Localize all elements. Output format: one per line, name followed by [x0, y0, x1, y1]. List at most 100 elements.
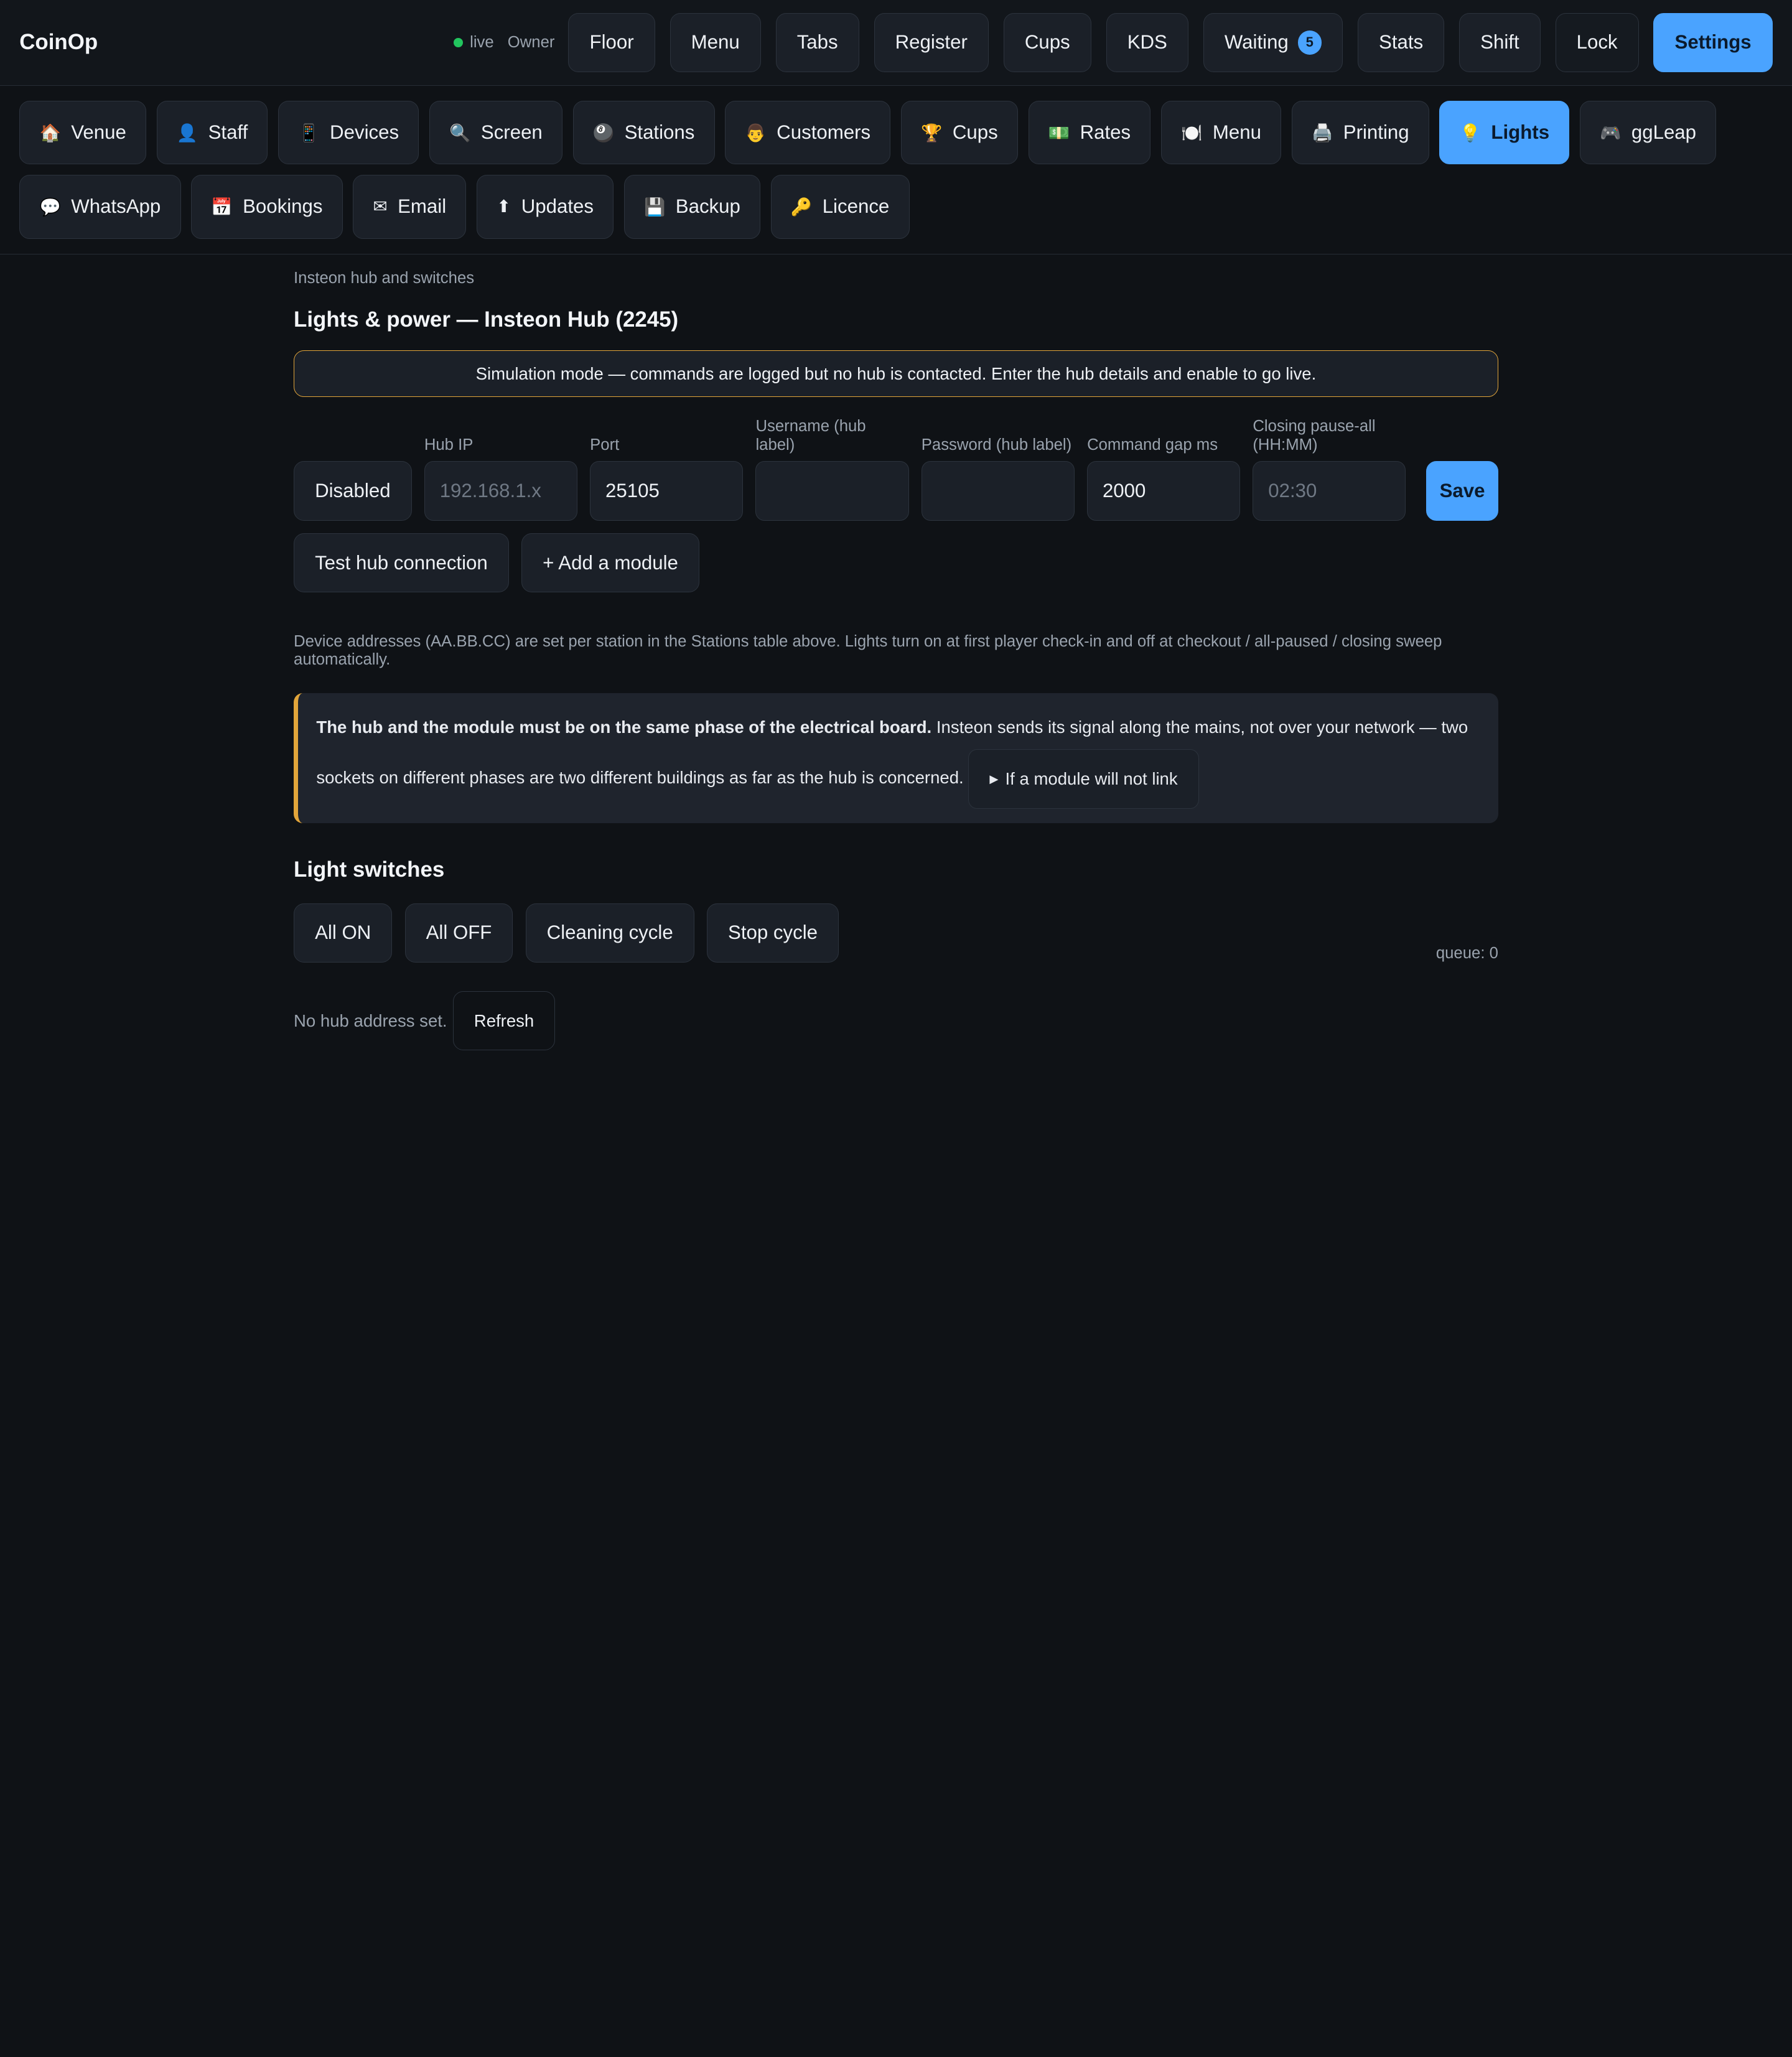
- cleaning-cycle-button[interactable]: Cleaning cycle: [525, 903, 694, 963]
- envelope-icon: ✉: [373, 197, 388, 217]
- caret-right-icon: ▶: [989, 772, 999, 786]
- hub-status-row: No hub address set. Refresh: [294, 991, 1498, 1051]
- user-role: Owner: [507, 33, 555, 51]
- settings-tab-updates[interactable]: ⬆ Updates: [476, 174, 614, 239]
- settings-tab-rates[interactable]: 💵 Rates: [1028, 100, 1151, 165]
- stop-cycle-button[interactable]: Stop cycle: [706, 903, 839, 963]
- port-input[interactable]: [590, 461, 744, 521]
- live-dot-icon: [454, 38, 464, 47]
- settings-tabs: 🏠 Venue 👤 Staff 📱 Devices 🔍 Screen 🎱 Stations 👨 Cus…: [0, 86, 1792, 254]
- nav-stats[interactable]: Stats: [1357, 12, 1445, 73]
- settings-tab-staff[interactable]: 👤 Staff: [156, 100, 268, 165]
- light-switches-row: All ON All OFF Cleaning cycle Stop cycle…: [294, 903, 1498, 963]
- person-icon: 👤: [176, 123, 198, 142]
- username-input[interactable]: [755, 461, 909, 521]
- plate-icon: 🍽️: [1181, 123, 1203, 142]
- settings-tab-label: ggLeap: [1631, 121, 1697, 144]
- settings-tab-stations[interactable]: 🎱 Stations: [572, 100, 715, 165]
- module-link-details-toggle[interactable]: ▶ If a module will not link: [968, 749, 1199, 809]
- waiting-count-badge: 5: [1297, 30, 1322, 55]
- top-bar: CoinOp live Owner Floor Menu Tabs Regist…: [0, 0, 1792, 86]
- magnifier-icon: 🔍: [449, 123, 471, 142]
- settings-tab-label: Licence: [822, 195, 890, 218]
- settings-tab-label: Backup: [675, 195, 740, 218]
- hub-status-text: No hub address set.: [294, 1010, 447, 1030]
- settings-tab-label: Rates: [1080, 121, 1131, 144]
- top-nav: Floor Menu Tabs Register Cups KDS Waitin…: [568, 12, 1773, 73]
- nav-waiting-label: Waiting: [1224, 31, 1289, 54]
- app-title: CoinOp: [19, 30, 98, 55]
- enable-toggle-button[interactable]: Disabled: [294, 461, 412, 521]
- nav-waiting[interactable]: Waiting 5: [1203, 12, 1343, 73]
- settings-tab-label: Lights: [1491, 121, 1550, 144]
- closing-pause-label: Closing pause-all (HH:MM): [1253, 417, 1376, 454]
- house-icon: 🏠: [39, 123, 61, 142]
- nav-register[interactable]: Register: [874, 12, 989, 73]
- module-link-details-label: If a module will not link: [1005, 769, 1178, 789]
- light-switches-title: Light switches: [294, 857, 445, 882]
- settings-tab-label: Printing: [1343, 121, 1409, 144]
- all-on-button[interactable]: All ON: [294, 903, 393, 963]
- settings-tab-label: Email: [398, 195, 447, 218]
- bulb-icon: 💡: [1459, 123, 1481, 142]
- settings-tab-label: Screen: [480, 121, 543, 144]
- nav-cups[interactable]: Cups: [1003, 12, 1091, 73]
- save-button[interactable]: Save: [1426, 461, 1498, 521]
- nav-kds[interactable]: KDS: [1106, 12, 1188, 73]
- lights-settings-panel: Insteon hub and switches Lights & power …: [294, 254, 1498, 1051]
- settings-tab-licence[interactable]: 🔑 Licence: [770, 174, 910, 239]
- arrow-up-icon: ⬆: [497, 197, 511, 217]
- username-label: Username (hub label): [755, 417, 866, 454]
- settings-tab-email[interactable]: ✉ Email: [353, 174, 467, 239]
- calendar-icon: 📅: [211, 197, 233, 217]
- settings-tab-ggleap[interactable]: 🎮 ggLeap: [1579, 100, 1717, 165]
- phone-icon: 📱: [298, 123, 320, 142]
- closing-pause-input[interactable]: [1253, 461, 1406, 521]
- device-address-help: Device addresses (AA.BB.CC) are set per …: [294, 632, 1442, 669]
- hub-ip-label: Hub IP: [424, 436, 474, 454]
- command-gap-input[interactable]: [1087, 461, 1241, 521]
- hub-ip-field: Hub IP: [424, 436, 577, 521]
- settings-tab-screen[interactable]: 🔍 Screen: [429, 100, 563, 165]
- settings-tab-label: Customers: [777, 121, 871, 144]
- printer-icon: 🖨️: [1311, 123, 1333, 142]
- settings-tab-printing[interactable]: 🖨️ Printing: [1291, 100, 1429, 165]
- breadcrumb: Insteon hub and switches: [294, 269, 475, 287]
- command-gap-label: Command gap ms: [1087, 436, 1218, 454]
- hub-ip-input[interactable]: [424, 461, 577, 521]
- port-label: Port: [590, 436, 620, 454]
- nav-shift[interactable]: Shift: [1459, 12, 1541, 73]
- settings-tab-venue[interactable]: 🏠 Venue: [19, 100, 147, 165]
- nav-menu[interactable]: Menu: [670, 12, 761, 73]
- nav-lock[interactable]: Lock: [1555, 12, 1639, 73]
- port-field: Port: [590, 436, 744, 521]
- settings-tab-label: Stations: [624, 121, 695, 144]
- simulation-notice: Simulation mode — commands are logged bu…: [294, 350, 1498, 398]
- settings-tab-label: Devices: [330, 121, 399, 144]
- settings-tab-label: Staff: [208, 121, 248, 144]
- key-icon: 🔑: [790, 197, 813, 217]
- face-icon: 👨: [745, 123, 767, 142]
- test-hub-connection-button[interactable]: Test hub connection: [294, 533, 509, 593]
- money-icon: 💵: [1048, 123, 1070, 142]
- phase-warning: The hub and the module must be on the sa…: [294, 693, 1498, 824]
- settings-tab-whatsapp[interactable]: 💬 WhatsApp: [19, 174, 181, 239]
- settings-tab-devices[interactable]: 📱 Devices: [278, 100, 419, 165]
- hub-config-form: Disabled Hub IP Port Username (hub label…: [294, 417, 1498, 521]
- password-input[interactable]: [921, 461, 1075, 521]
- settings-tab-cups[interactable]: 🏆 Cups: [900, 100, 1018, 165]
- nav-tabs[interactable]: Tabs: [775, 12, 859, 73]
- nav-settings[interactable]: Settings: [1653, 12, 1773, 73]
- all-off-button[interactable]: All OFF: [404, 903, 513, 963]
- command-gap-field: Command gap ms: [1087, 436, 1241, 521]
- connection-status: live: [454, 33, 494, 52]
- settings-tab-menu[interactable]: 🍽️ Menu: [1160, 100, 1282, 165]
- settings-tab-backup[interactable]: 💾 Backup: [623, 174, 761, 239]
- refresh-button[interactable]: Refresh: [452, 991, 556, 1051]
- add-module-button[interactable]: + Add a module: [521, 533, 699, 593]
- settings-tab-customers[interactable]: 👨 Customers: [725, 100, 891, 165]
- settings-tab-lights[interactable]: 💡 Lights: [1439, 100, 1570, 165]
- settings-tab-bookings[interactable]: 📅 Bookings: [191, 174, 343, 239]
- status-text: live: [470, 33, 494, 51]
- nav-floor[interactable]: Floor: [568, 12, 655, 73]
